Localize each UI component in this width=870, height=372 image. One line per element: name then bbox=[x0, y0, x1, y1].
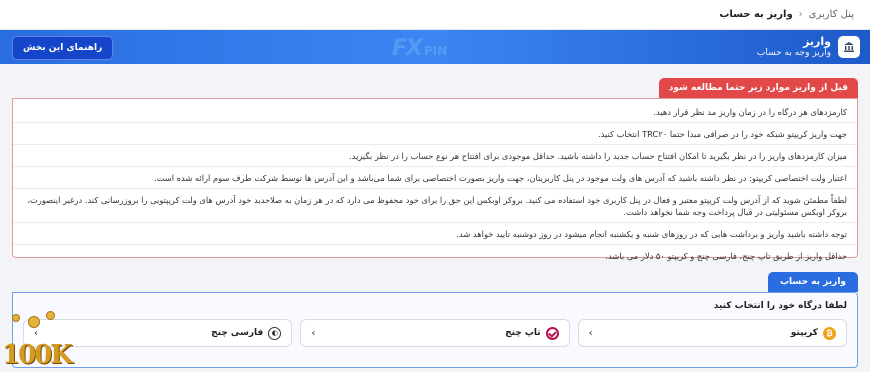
deposit-tab: واریز به حساب bbox=[767, 272, 858, 292]
gateway-prompt: لطفا درگاه خود را انتخاب کنید bbox=[713, 301, 847, 311]
page-subtitle: واریز وجه به حساب bbox=[756, 48, 831, 59]
gateway-topchange-label-group: تاپ چنج bbox=[505, 326, 559, 340]
coin-icon bbox=[12, 314, 20, 322]
logo-fx-text: FX bbox=[392, 35, 423, 61]
chevron-left-icon: ‹ bbox=[798, 9, 803, 20]
warning-item: اعتبار ولت اختصاصی کریپتو: در نظر داشته … bbox=[13, 167, 857, 190]
warning-list: کارمزدهای هر درگاه را در زمان واریز مد ن… bbox=[12, 98, 858, 261]
watermark-logo: 100K bbox=[0, 300, 76, 372]
header-titles: واریز واریز وجه به حساب bbox=[757, 35, 831, 59]
logo-pin-text: PIN bbox=[424, 44, 448, 58]
gateway-farsichange-label-group: ◐ فارسی چنج bbox=[211, 326, 282, 340]
breadcrumb: پنل کاربری ‹ واریز به حساب bbox=[0, 0, 870, 30]
bank-icon bbox=[838, 35, 860, 58]
gateway-crypto-label: کریپتو bbox=[790, 328, 818, 338]
farsichange-icon: ◐ bbox=[268, 326, 282, 340]
gateway-crypto[interactable]: ₿ کریپتو › bbox=[577, 319, 847, 347]
breadcrumb-root-link[interactable]: پنل کاربری bbox=[809, 9, 854, 20]
gateway-crypto-label-group: ₿ کریپتو bbox=[790, 326, 836, 340]
gateway-topchange[interactable]: تاپ چنج › bbox=[300, 319, 570, 347]
section-guide-button[interactable]: راهنمای این بخش bbox=[12, 36, 114, 60]
warning-item: توجه داشته باشید واریز و برداشت هایی که … bbox=[13, 223, 857, 246]
chevron-right-icon: › bbox=[588, 327, 593, 339]
gateway-list: ₿ کریپتو › تاپ چنج › ◐ فارسی چنج › bbox=[23, 319, 847, 347]
fxpin-logo: FX PIN bbox=[392, 34, 480, 62]
chevron-right-icon: › bbox=[311, 327, 316, 339]
warning-item: جهت واریز کریپتو شبکه خود را در صرافی مب… bbox=[13, 123, 857, 146]
warning-item: لطفاً مطمئن شوید که از آدرس ولت کریپتو م… bbox=[13, 189, 857, 224]
watermark-text: 100K bbox=[2, 340, 73, 370]
gateway-topchange-label: تاپ چنج bbox=[505, 328, 541, 338]
warning-item: کارمزدهای هر درگاه را در زمان واریز مد ن… bbox=[13, 101, 857, 124]
bitcoin-icon: ₿ bbox=[823, 326, 836, 340]
gateway-farsichange-label: فارسی چنج bbox=[211, 328, 264, 338]
warning-item: حداقل واریز از طریق تاپ چنج، فارسی چنج و… bbox=[605, 250, 847, 261]
warning-title: قبل از واریز موارد زیر حتما مطالعه شود bbox=[658, 78, 858, 98]
coin-icon bbox=[46, 311, 55, 320]
topchange-icon bbox=[545, 326, 559, 340]
coin-icon bbox=[28, 316, 40, 328]
gateway-selector: لطفا درگاه خود را انتخاب کنید ₿ کریپتو ›… bbox=[12, 292, 858, 368]
page-title: واریز bbox=[803, 35, 831, 48]
header-title-group: واریز واریز وجه به حساب bbox=[757, 35, 860, 59]
breadcrumb-current: واریز به حساب bbox=[719, 9, 793, 20]
warning-item: میزان کارمزدهای واریز را در نظر بگیرید ت… bbox=[13, 145, 857, 168]
